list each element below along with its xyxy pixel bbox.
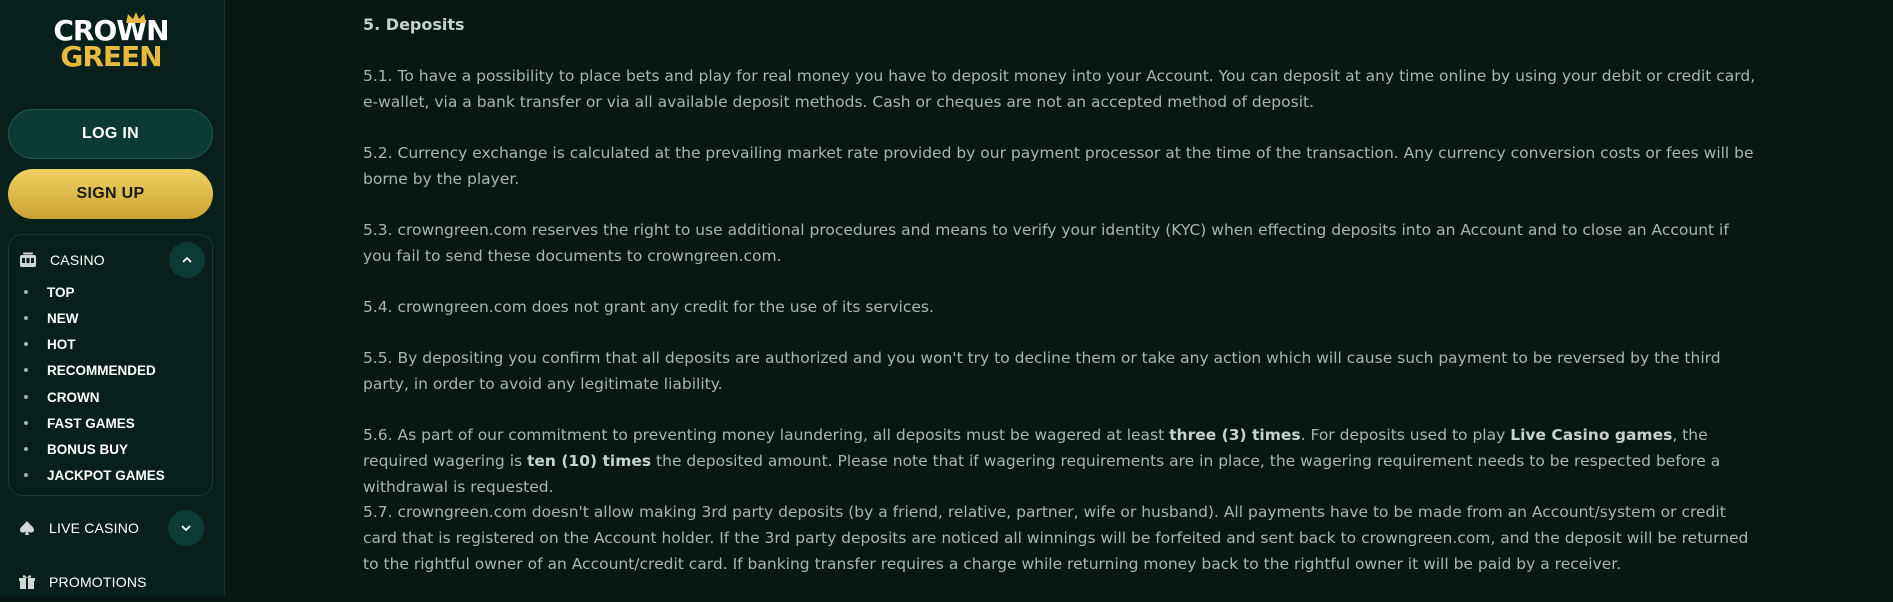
casino-menu-label: CASINO — [50, 252, 105, 268]
casino-item-hot[interactable]: HOT — [24, 333, 76, 355]
nav-promotions[interactable]: PROMOTIONS — [8, 562, 213, 602]
crown-green-logo[interactable]: CROWN GREEN — [50, 12, 172, 74]
bullet — [24, 421, 28, 425]
bullet — [24, 316, 28, 320]
bullet — [24, 290, 28, 294]
paragraph-5-6-text: 5.6. As part of our commitment to preven… — [363, 426, 1170, 444]
casino-menu-header[interactable]: CASINO — [9, 235, 212, 285]
bullet — [24, 395, 28, 399]
bullet — [24, 473, 28, 477]
paragraph-5-5: 5.5. By depositing you confirm that all … — [363, 349, 1721, 393]
casino-item-label: CROWN — [47, 389, 100, 405]
chevron-up-icon — [182, 256, 192, 263]
casino-collapse-toggle[interactable] — [169, 242, 205, 278]
crown-icon — [126, 12, 146, 23]
live-casino-expand-toggle[interactable] — [168, 510, 204, 546]
casino-item-jackpot-games[interactable]: JACKPOT GAMES — [24, 464, 165, 486]
spade-icon — [20, 521, 34, 535]
nav-promotions-label: PROMOTIONS — [49, 574, 147, 590]
paragraph-5-7: 5.7. crowngreen.com doesn't allow making… — [363, 503, 1749, 573]
live-casino-emphasis: Live Casino games — [1510, 426, 1673, 444]
nav-live-casino[interactable]: LIVE CASINO — [8, 508, 213, 548]
gift-icon — [19, 575, 35, 589]
casino-item-crown[interactable]: CROWN — [24, 386, 100, 408]
paragraph-5-6-text: . For deposits used to play — [1300, 426, 1511, 444]
casino-item-label: NEW — [47, 310, 79, 326]
bullet — [24, 342, 28, 346]
casino-menu: CASINO TOP NEW HOT RECOMMENDED CROWN FAS… — [8, 234, 213, 496]
casino-item-label: RECOMMENDED — [47, 362, 156, 378]
casino-item-new[interactable]: NEW — [24, 307, 79, 329]
casino-item-label: FAST GAMES — [47, 415, 135, 431]
slot-machine-icon — [20, 252, 36, 267]
paragraph-5-6: 5.6. As part of our commitment to preven… — [363, 422, 1758, 500]
chevron-down-icon — [181, 525, 191, 532]
logo-line-2: GREEN — [60, 40, 162, 73]
section-heading: 5. Deposits — [363, 15, 465, 34]
bullet — [24, 447, 28, 451]
nav-live-casino-label: LIVE CASINO — [49, 520, 140, 536]
paragraph-5-1: 5.1. To have a possibility to place bets… — [363, 67, 1756, 111]
paragraph-5-4: 5.4. crowngreen.com does not grant any c… — [363, 298, 934, 316]
login-button[interactable]: LOG IN — [8, 109, 213, 159]
casino-item-recommended[interactable]: RECOMMENDED — [24, 359, 156, 381]
casino-item-fast-games[interactable]: FAST GAMES — [24, 412, 135, 434]
casino-item-bonus-buy[interactable]: BONUS BUY — [24, 438, 128, 460]
paragraph-5-2: 5.2. Currency exchange is calculated at … — [363, 144, 1754, 188]
signup-button[interactable]: SIGN UP — [8, 169, 213, 219]
casino-item-label: JACKPOT GAMES — [47, 467, 165, 483]
casino-item-label: HOT — [47, 336, 76, 352]
casino-item-top[interactable]: TOP — [24, 281, 75, 303]
casino-item-label: BONUS BUY — [47, 441, 129, 457]
casino-item-label: TOP — [47, 284, 75, 300]
wager-times-emphasis: three (3) times — [1169, 426, 1301, 444]
paragraph-5-3: 5.3. crowngreen.com reserves the right t… — [363, 221, 1729, 265]
bullet — [24, 368, 28, 372]
live-wager-times-emphasis: ten (10) times — [527, 452, 652, 470]
sidebar: CROWN GREEN LOG IN SIGN UP CASINO TOP NE… — [0, 0, 225, 595]
